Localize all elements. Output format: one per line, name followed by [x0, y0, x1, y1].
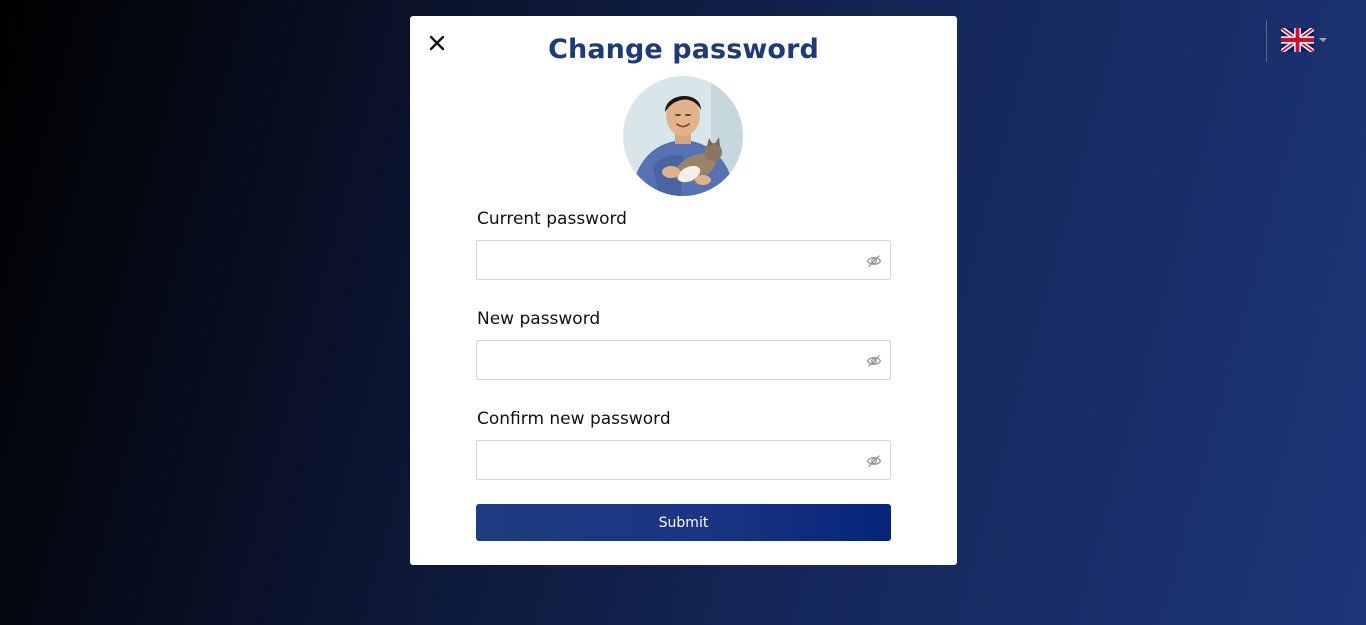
- user-avatar: [623, 76, 743, 196]
- eye-slash-icon[interactable]: [866, 253, 882, 269]
- new-password-field: [476, 340, 891, 380]
- new-password-label: New password: [477, 309, 601, 329]
- change-password-modal: Change password Current password New pas…: [410, 16, 957, 565]
- current-password-field: [476, 240, 891, 280]
- new-password-input[interactable]: [477, 341, 890, 379]
- confirm-password-field: [476, 440, 891, 480]
- page-title: Change password: [548, 34, 819, 65]
- eye-slash-icon[interactable]: [866, 353, 882, 369]
- caret-down-icon: [1319, 38, 1327, 42]
- uk-flag-icon: [1281, 28, 1314, 52]
- current-password-label: Current password: [477, 209, 627, 229]
- language-selector[interactable]: [1281, 28, 1327, 52]
- submit-button[interactable]: Submit: [476, 504, 891, 541]
- confirm-password-input[interactable]: [477, 441, 890, 479]
- confirm-password-label: Confirm new password: [477, 409, 671, 429]
- language-divider: [1266, 20, 1267, 62]
- eye-slash-icon[interactable]: [866, 453, 882, 469]
- current-password-input[interactable]: [477, 241, 890, 279]
